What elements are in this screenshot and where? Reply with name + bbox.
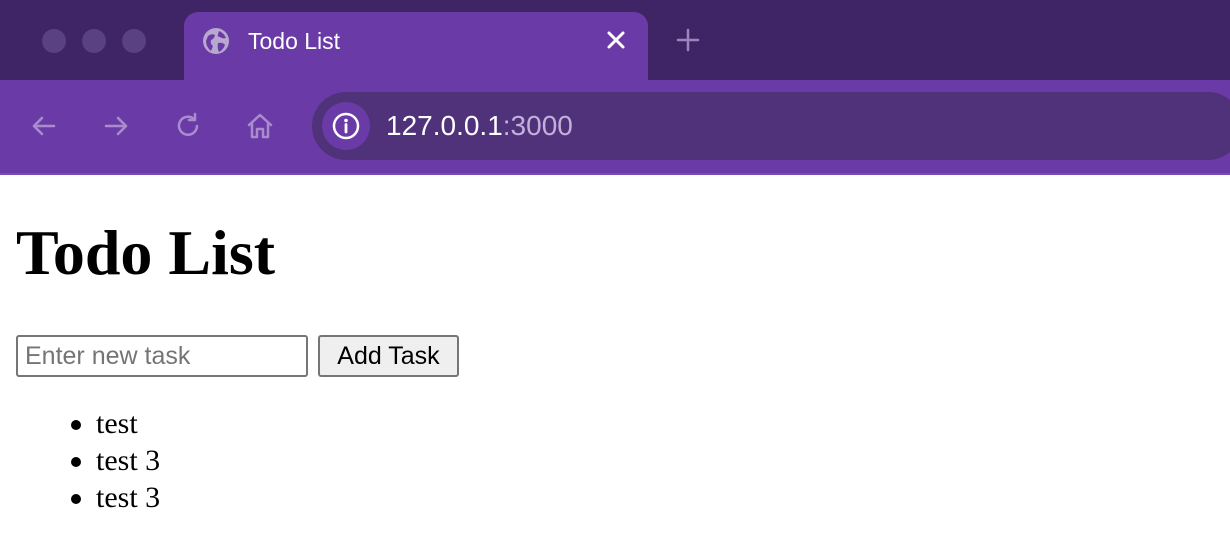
plus-icon[interactable] bbox=[674, 26, 702, 54]
site-info-button[interactable] bbox=[322, 102, 370, 150]
url-port: :3000 bbox=[502, 110, 573, 141]
globe-icon bbox=[203, 28, 229, 54]
list-item: test 3 bbox=[70, 481, 161, 514]
info-icon bbox=[332, 112, 360, 140]
back-icon[interactable] bbox=[28, 110, 60, 142]
tab-title: Todo List bbox=[248, 28, 341, 54]
browser-tab[interactable]: Todo List bbox=[184, 12, 648, 82]
forward-icon[interactable] bbox=[100, 110, 132, 142]
add-task-button[interactable]: Add Task bbox=[318, 335, 459, 377]
home-icon[interactable] bbox=[244, 110, 276, 142]
window-close-dot[interactable] bbox=[42, 29, 66, 53]
tab-strip: Todo List bbox=[0, 0, 1230, 82]
reload-icon[interactable] bbox=[172, 110, 204, 142]
window-minimize-dot[interactable] bbox=[82, 29, 106, 53]
page-title: Todo List bbox=[16, 217, 276, 288]
window-zoom-dot[interactable] bbox=[122, 29, 146, 53]
close-icon[interactable] bbox=[604, 28, 628, 52]
address-url: 127.0.0.1:3000 bbox=[386, 109, 573, 143]
task-input[interactable] bbox=[16, 335, 308, 377]
list-item: test 3 bbox=[70, 444, 161, 477]
address-bar[interactable]: 127.0.0.1:3000 bbox=[312, 92, 1230, 160]
browser-toolbar: 127.0.0.1:3000 bbox=[0, 80, 1230, 175]
list-item: test bbox=[70, 405, 160, 442]
task-list: test test 3 test 3 bbox=[0, 405, 160, 516]
url-host: 127.0.0.1 bbox=[386, 110, 503, 141]
page-content: Todo List Add Task test test 3 test 3 bbox=[0, 175, 1230, 556]
